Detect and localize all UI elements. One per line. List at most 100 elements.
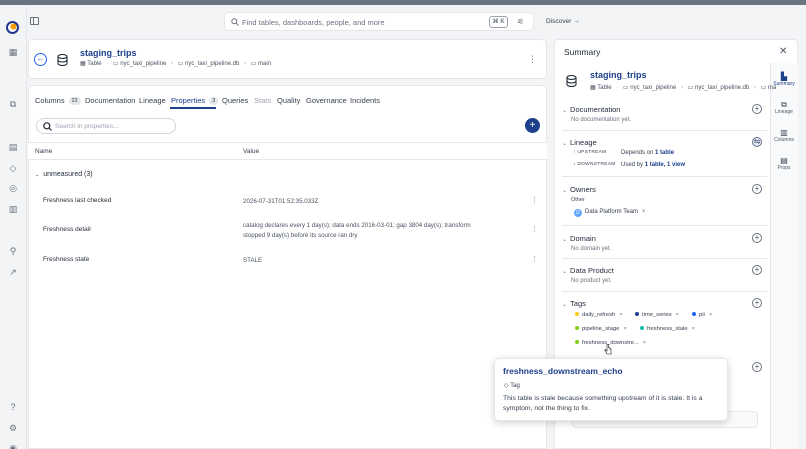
folder-icon: ▭ — [177, 61, 185, 67]
analytics-icon[interactable]: ↗ — [7, 266, 19, 278]
section-lineage[interactable]: ⌄ Lineage — [562, 138, 597, 147]
tag-color-dot — [575, 340, 579, 344]
breadcrumb-item[interactable]: nyc_taxi_pipeline — [120, 61, 166, 67]
tag-chip[interactable]: freshness_stale × — [640, 326, 695, 332]
section-owners[interactable]: ⌄ Owners — [562, 185, 596, 194]
domain-empty: No domain yet. — [571, 246, 612, 252]
book-icon[interactable]: ▤ — [7, 141, 19, 153]
tab-label: Quality — [277, 96, 301, 105]
upstream-summary: Depends on 1 table — [621, 150, 674, 156]
add-data-product-button[interactable]: + — [752, 265, 762, 275]
upstream-link[interactable]: 1 table — [655, 150, 674, 156]
grid-icon[interactable]: ▦ — [7, 46, 19, 58]
owner-type: Other — [571, 197, 585, 203]
tag-label: time_series — [642, 312, 672, 318]
side-tab-columns[interactable]: ▥ Columns — [769, 128, 799, 143]
app-logo[interactable] — [6, 21, 19, 34]
avatar: D — [574, 209, 582, 217]
entity-type: Table — [597, 85, 612, 91]
tab-count: 3 — [209, 97, 219, 105]
add-owner-button[interactable]: + — [752, 184, 762, 194]
active-tab-indicator — [170, 107, 216, 109]
tab-properties[interactable]: Properties 3 — [171, 96, 219, 105]
remove-tag-icon[interactable]: × — [676, 312, 679, 318]
quality-icon[interactable]: ⚲ — [7, 245, 19, 257]
tab-stats[interactable]: Stats — [254, 96, 271, 105]
properties-table-header: Name Value — [28, 142, 547, 160]
settings-icon[interactable]: ⚙ — [7, 422, 19, 434]
breadcrumb-item[interactable]: nyc_taxi_pipeline.db — [695, 85, 749, 91]
row-options-icon[interactable]: ⋮ — [531, 225, 538, 233]
hover-card-description: This table is stale because something up… — [503, 395, 703, 412]
side-tab-props[interactable]: ▤ Props — [769, 156, 799, 171]
row-options-icon[interactable]: ⋮ — [531, 196, 538, 204]
global-search[interactable]: Find tables, dashboards, people, and mor… — [224, 12, 534, 31]
folder-icon: ▭ — [760, 85, 769, 91]
breadcrumb-item[interactable]: nyc_taxi_pipeline.db — [185, 61, 239, 67]
section-domain[interactable]: ⌄ Domain — [562, 234, 596, 243]
section-documentation[interactable]: ⌄ Documentation — [562, 105, 620, 114]
add-property-button[interactable]: + — [525, 118, 540, 133]
tab-incidents[interactable]: Incidents — [350, 96, 380, 105]
tab-label: Queries — [222, 96, 249, 105]
add-tag-button[interactable]: + — [752, 298, 762, 308]
tab-lineage[interactable]: Lineage — [139, 96, 166, 105]
downstream-link[interactable]: 1 table, 1 view — [645, 162, 685, 168]
tag-chip[interactable]: pii × — [692, 312, 712, 318]
discover-link[interactable]: Discover → — [546, 18, 580, 25]
remove-tag-icon[interactable]: × — [643, 340, 646, 346]
remove-tag-icon[interactable]: × — [692, 326, 695, 332]
remove-tag-icon[interactable]: × — [709, 312, 712, 318]
remove-tag-icon[interactable]: × — [619, 312, 622, 318]
tab-governance[interactable]: Governance — [306, 96, 347, 105]
tag-label: freshness_stale — [647, 326, 688, 332]
owner-chip[interactable]: D Data Platform Team × — [574, 209, 645, 217]
tag-chip[interactable]: pipeline_stage × — [575, 326, 627, 332]
tag-chip[interactable]: daily_refresh × — [575, 312, 623, 318]
filter-icon[interactable]: ⚟ — [517, 17, 524, 26]
tag-icon[interactable]: ◇ — [7, 162, 19, 174]
breadcrumb-item[interactable]: main — [258, 61, 271, 67]
section-label: Documentation — [570, 105, 621, 114]
help-icon[interactable]: ? — [7, 401, 19, 413]
section-data-product[interactable]: ⌄ Data Product — [562, 266, 614, 275]
user-icon[interactable]: ◉ — [7, 442, 19, 449]
tab-quality[interactable]: Quality — [277, 96, 300, 105]
hover-card-title[interactable]: freshness_downstream_echo — [503, 366, 623, 376]
properties-search-input[interactable]: Search in properties... — [36, 118, 176, 134]
hover-card-kind: ◇ Tag — [504, 382, 520, 389]
entity-header-panel — [28, 39, 547, 79]
tag-color-dot — [575, 326, 579, 330]
owner-name: Data Platform Team — [585, 209, 638, 215]
column-header-name[interactable]: Name — [35, 148, 52, 155]
breadcrumb-item[interactable]: ma — [768, 85, 776, 91]
section-tags[interactable]: ⌄ Tags — [562, 299, 586, 308]
tag-chip[interactable]: time_series × — [635, 312, 679, 318]
column-header-value[interactable]: Value — [243, 148, 259, 155]
data-product-empty: No product yet. — [571, 278, 612, 284]
breadcrumb-item[interactable]: nyc_taxi_pipeline — [630, 85, 676, 91]
add-section-button[interactable]: + — [752, 362, 762, 372]
entity-title: staging_trips — [80, 48, 137, 58]
inbox-icon[interactable]: ⧉ — [7, 98, 19, 110]
summary-entity-title: staging_trips — [590, 70, 647, 80]
side-tab-lineage[interactable]: ⧉ Lineage — [769, 100, 799, 115]
row-options-icon[interactable]: ⋮ — [531, 255, 538, 263]
lineage-icon: ⧉ — [781, 100, 787, 109]
remove-tag-icon[interactable]: × — [623, 326, 626, 332]
back-button[interactable]: ← — [34, 53, 47, 66]
close-icon[interactable]: ✕ — [779, 46, 787, 57]
globe-icon[interactable]: ◎ — [7, 182, 19, 194]
lineage-graph-icon[interactable]: ⇋ — [752, 137, 762, 147]
remove-owner-icon[interactable]: × — [642, 209, 646, 215]
property-group[interactable]: ⌄ unmeasured (3) — [35, 171, 93, 178]
add-documentation-button[interactable]: + — [752, 104, 762, 114]
tab-columns[interactable]: Columns 22 — [35, 96, 81, 105]
sidebar-toggle-icon[interactable] — [30, 17, 39, 25]
add-domain-button[interactable]: + — [752, 233, 762, 243]
tab-queries[interactable]: Queries — [222, 96, 248, 105]
glossary-icon[interactable]: ▥ — [7, 203, 19, 215]
mouse-cursor-icon — [604, 344, 612, 355]
more-options-icon[interactable]: ⋮ — [528, 54, 537, 65]
tab-documentation[interactable]: Documentation — [85, 96, 135, 105]
